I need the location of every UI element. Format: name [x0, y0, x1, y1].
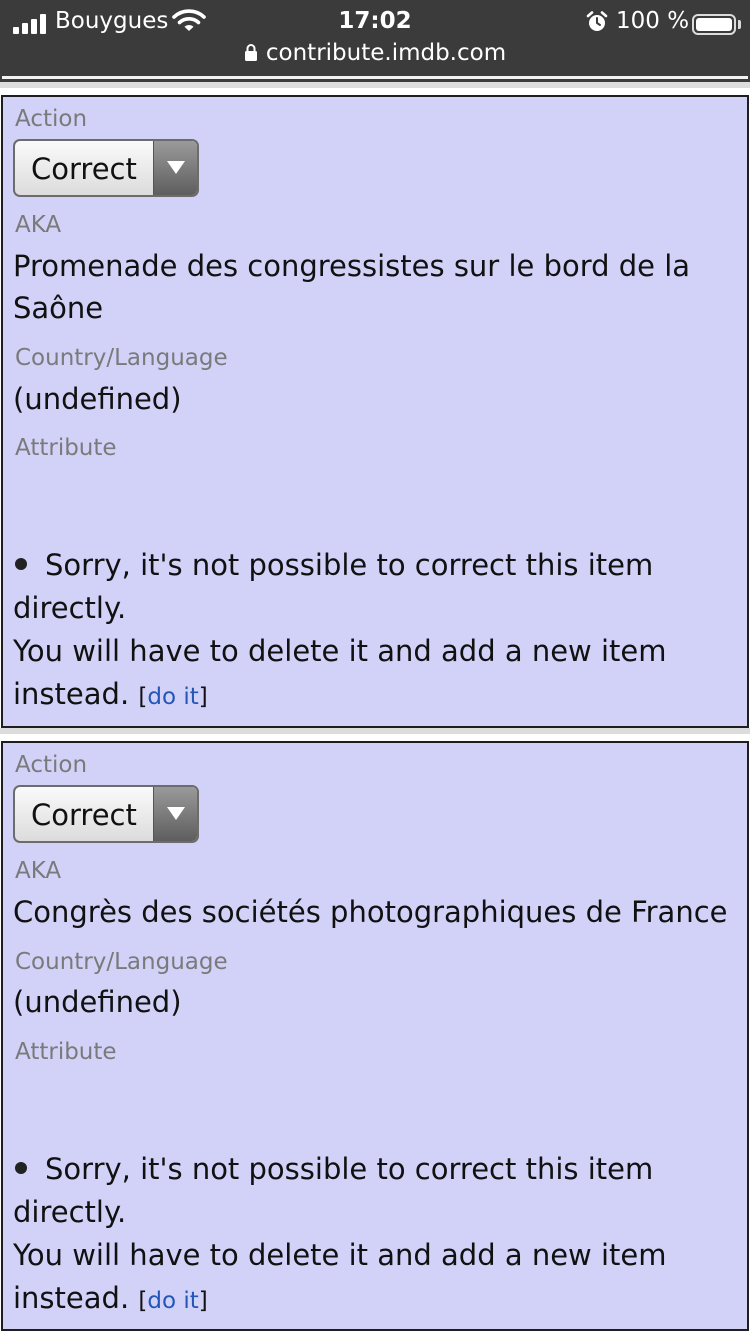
aka-label: AKA	[15, 212, 62, 238]
aka-label: AKA	[15, 858, 62, 884]
select-arrow-box	[153, 141, 197, 195]
header-divider	[2, 76, 748, 79]
action-label: Action	[15, 106, 88, 132]
link-bracket-close: ]	[198, 1288, 208, 1314]
alarm-icon	[586, 11, 608, 31]
action-select-value: Correct	[31, 152, 137, 186]
battery-tip	[738, 20, 741, 29]
link-bracket-close: ]	[198, 684, 208, 710]
bullet-icon	[15, 1162, 27, 1174]
aka-value: Promenade des congressistes sur le bord …	[13, 249, 691, 325]
lock-icon	[244, 44, 257, 61]
do-it-link[interactable]: do it	[147, 684, 198, 710]
country-language-label: Country/Language	[15, 949, 228, 975]
action-select[interactable]: Correct	[13, 785, 199, 843]
attribute-label: Attribute	[15, 435, 117, 461]
aka-item-card: Action Correct AKA Promenade des congres…	[1, 95, 749, 728]
aka-value: Congrès des sociétés photographiques de …	[13, 895, 728, 929]
action-select[interactable]: Correct	[13, 139, 199, 197]
country-language-label: Country/Language	[15, 345, 228, 371]
error-message-hint: You will have to delete it and add a new…	[13, 634, 667, 711]
attribute-label: Attribute	[15, 1039, 117, 1065]
link-bracket-open: [	[138, 1288, 148, 1314]
chevron-down-icon	[167, 161, 185, 174]
country-language-value: (undefined)	[13, 382, 182, 416]
battery-icon	[692, 14, 736, 35]
bullet-icon	[15, 558, 27, 570]
page-content: Action Correct AKA Promenade des congres…	[0, 82, 750, 1334]
url-domain: contribute.imdb.com	[265, 40, 507, 66]
browser-header: Bouygues 17:02 100 % contribute.imdb.com	[0, 0, 750, 82]
url-bar[interactable]: contribute.imdb.com	[0, 38, 750, 68]
link-bracket-open: [	[138, 684, 148, 710]
item-separator	[0, 82, 750, 88]
action-label: Action	[15, 752, 88, 778]
error-message: Sorry, it's not possible to correct this…	[13, 1148, 738, 1323]
error-message-text: Sorry, it's not possible to correct this…	[13, 548, 654, 625]
error-message-hint: You will have to delete it and add a new…	[13, 1238, 667, 1315]
select-arrow-box	[153, 787, 197, 841]
status-bar: Bouygues 17:02 100 %	[0, 5, 750, 37]
action-select-value: Correct	[31, 798, 137, 832]
country-language-value: (undefined)	[13, 985, 182, 1019]
do-it-link[interactable]: do it	[147, 1288, 198, 1314]
error-message: Sorry, it's not possible to correct this…	[13, 544, 738, 719]
chevron-down-icon	[167, 807, 185, 820]
aka-item-card: Action Correct AKA Congrès des sociétés …	[1, 741, 749, 1331]
error-message-text: Sorry, it's not possible to correct this…	[13, 1152, 654, 1229]
item-separator	[0, 728, 750, 734]
battery-percentage: 100 %	[616, 8, 690, 34]
